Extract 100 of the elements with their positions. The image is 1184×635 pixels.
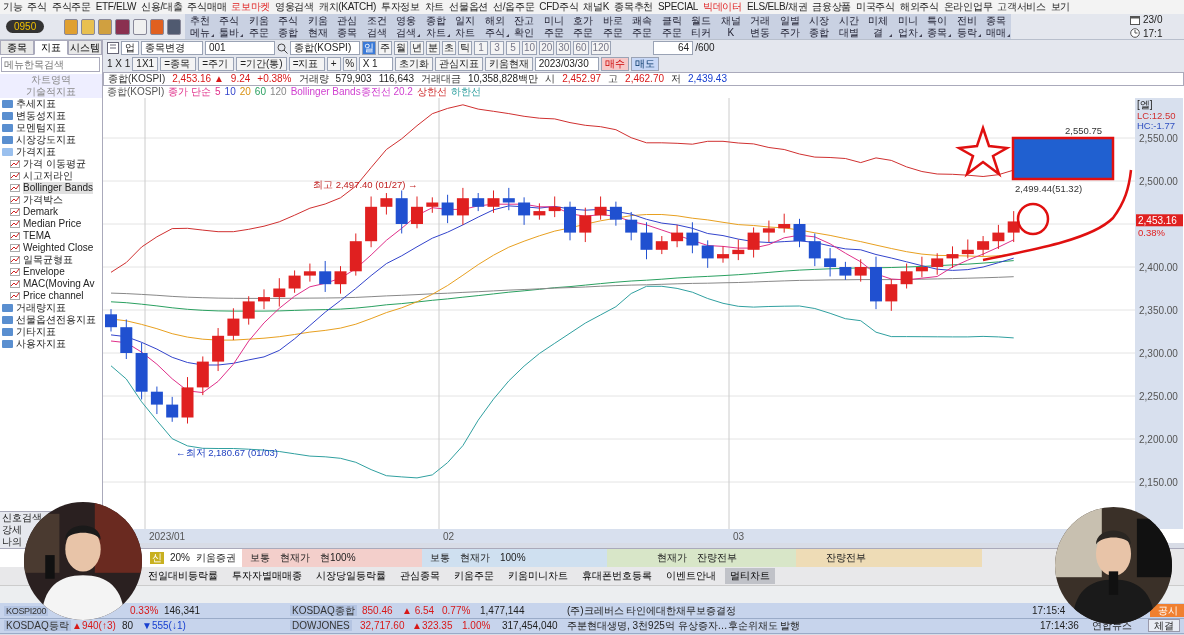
period-button[interactable]: 월	[394, 41, 408, 55]
tree-item[interactable]: 선물옵션전용지표	[16, 314, 96, 326]
menu-item[interactable]: 빅데이터	[703, 1, 742, 13]
tree-item[interactable]: 변동성지표	[16, 110, 66, 122]
menu-item[interactable]: 종목추천	[614, 1, 653, 13]
buy-button[interactable]: 매수	[600, 57, 629, 71]
stock-select[interactable]: 종목변경	[141, 41, 203, 55]
tree-item[interactable]: Price channel	[23, 290, 84, 302]
toolbar-button[interactable]: 종합 차트	[421, 14, 451, 39]
toolbar-button[interactable]: 클릭 주문	[657, 14, 687, 39]
tree-item[interactable]: 거래량지표	[16, 302, 66, 314]
toolbar-button[interactable]: 시간 대별	[834, 14, 864, 39]
menu-item[interactable]: 미국주식	[856, 1, 895, 13]
toolbar-button[interactable]: 주식 종합	[273, 14, 303, 39]
menu-item[interactable]: 고객서비스	[997, 1, 1046, 13]
toolbar-button[interactable]: 키움 현재	[303, 14, 333, 39]
menu-item[interactable]: 해외주식	[899, 1, 939, 13]
toolbar-button[interactable]: 호가 주문	[568, 14, 598, 39]
tree-item[interactable]: Median Price	[23, 218, 82, 230]
interval-button[interactable]: 10	[522, 41, 538, 55]
date-field[interactable]: 2023/03/30	[534, 57, 599, 71]
period-button[interactable]: 일	[362, 41, 376, 55]
action-button[interactable]: 관심지표	[434, 57, 483, 71]
menu-item[interactable]: 보기	[1050, 1, 1071, 13]
code-field[interactable]: 001	[205, 41, 275, 55]
window-tab[interactable]: 휴대폰번호등록	[577, 568, 657, 584]
toolbar-button[interactable]: 채널 K	[716, 14, 746, 39]
toolbar-button[interactable]: 영웅 검색	[391, 14, 421, 39]
menu-item[interactable]: 주식매매	[187, 1, 227, 13]
menu-item[interactable]: 주식주문	[51, 1, 91, 13]
panel-tab[interactable]: 지표	[34, 40, 68, 55]
layout-button[interactable]: 1X1	[132, 57, 159, 71]
interval-button[interactable]: 1	[474, 41, 488, 55]
panel-button[interactable]: 강세	[0, 524, 22, 536]
toolbar-button[interactable]: 미니 주문	[539, 14, 569, 39]
panel-button[interactable]: 신호검색	[0, 512, 42, 524]
count-field[interactable]: 64	[653, 41, 694, 55]
tree-item[interactable]: Demark	[23, 206, 58, 218]
menu-item[interactable]: 채널K	[583, 1, 610, 13]
tree-item[interactable]: 일목균형표	[23, 254, 73, 266]
tool-button[interactable]: %	[342, 57, 357, 71]
tree-item[interactable]: 추세지표	[16, 98, 56, 110]
tree-item[interactable]: 시고저라인	[23, 170, 73, 182]
action-button[interactable]: 키움현재	[484, 57, 533, 71]
tree-item[interactable]: 모멘텀지표	[16, 122, 66, 134]
window-tab[interactable]: 투자자별매매종	[227, 568, 307, 584]
news-headline[interactable]: (주)크레버스 타인에대한채무보증결정	[565, 604, 739, 616]
interval-button[interactable]: 120	[590, 41, 612, 55]
interval-button[interactable]: 30	[556, 41, 572, 55]
menu-item[interactable]: 영웅검색	[275, 1, 314, 13]
tree-item[interactable]: 시장강도지표	[16, 134, 76, 146]
toolbar-button[interactable]: 키움 주문	[244, 14, 274, 39]
link-button[interactable]: =종목	[160, 57, 197, 71]
tool-button[interactable]: +	[326, 57, 341, 71]
menu-item[interactable]: 로보마켓	[231, 1, 271, 13]
menu-item[interactable]: ETF/ELW	[95, 1, 137, 13]
window-tab[interactable]: 전일대비등락률	[143, 568, 223, 584]
period-button[interactable]: 년	[410, 41, 424, 55]
toolbar-button[interactable]: 관심 종목	[332, 14, 362, 39]
menu-item[interactable]: 선/옵주문	[493, 1, 535, 13]
toolbar-button[interactable]: 전비 등락	[952, 14, 982, 39]
window-tab[interactable]: 멀티차트	[725, 568, 775, 584]
toolbar-button[interactable]: 일지 차트	[450, 14, 480, 39]
period-button[interactable]: 틱	[458, 41, 472, 55]
toolbar-button[interactable]: 거래 변동	[745, 14, 775, 39]
interval-button[interactable]: 3	[490, 41, 504, 55]
multiplier-field[interactable]: X 1	[358, 57, 393, 71]
menu-item[interactable]: 주식	[27, 1, 47, 13]
toolbar-button[interactable]: 미체 결	[863, 14, 893, 39]
tree-item[interactable]: 사용자지표	[16, 338, 66, 350]
link-button[interactable]: =주기	[198, 57, 235, 71]
tree-item[interactable]: Envelope	[23, 266, 65, 278]
market-select[interactable]: 업	[121, 41, 139, 55]
menu-item[interactable]: 투자정보	[380, 1, 420, 13]
tree-item[interactable]: MAC(Moving Av	[23, 278, 95, 290]
interval-button[interactable]: 20	[539, 41, 555, 55]
interval-button[interactable]: 5	[506, 41, 520, 55]
window-tab[interactable]: 이벤트안내	[661, 568, 721, 584]
menu-item[interactable]: 온라인업무	[943, 1, 993, 13]
toolbar-button[interactable]: 일별 주가	[775, 14, 805, 39]
window-tab[interactable]: 키움주문	[449, 568, 499, 584]
menu-item[interactable]: CFD주식	[539, 1, 579, 13]
tree-item[interactable]: Bollinger Bands	[23, 182, 94, 194]
search-field[interactable]: 메뉴한목검색	[1, 57, 100, 72]
toolbar-button[interactable]: 해외 주식	[480, 14, 510, 39]
menu-item[interactable]: SPECIAL	[657, 1, 699, 13]
trade-button[interactable]: 체결	[1148, 619, 1180, 632]
menu-item[interactable]: 선물옵션	[449, 1, 488, 13]
period-button[interactable]: 초	[442, 41, 456, 55]
sell-button[interactable]: 매도	[630, 57, 659, 71]
tree-item[interactable]: 가격박스	[23, 194, 63, 206]
menu-item[interactable]: 기능	[3, 1, 23, 13]
toolbar-button[interactable]: 종목 매매	[981, 14, 1011, 39]
link-button[interactable]: =기간(통)	[236, 57, 287, 71]
window-tab[interactable]: 관심종목	[395, 568, 445, 584]
link-button[interactable]: =지표	[288, 57, 325, 71]
period-button[interactable]: 분	[426, 41, 440, 55]
toolbar-button[interactable]: 미니 업차	[893, 14, 923, 39]
window-tab[interactable]: 키움미니차트	[503, 568, 573, 584]
window-tab[interactable]: 시장당일등락률	[311, 568, 391, 584]
